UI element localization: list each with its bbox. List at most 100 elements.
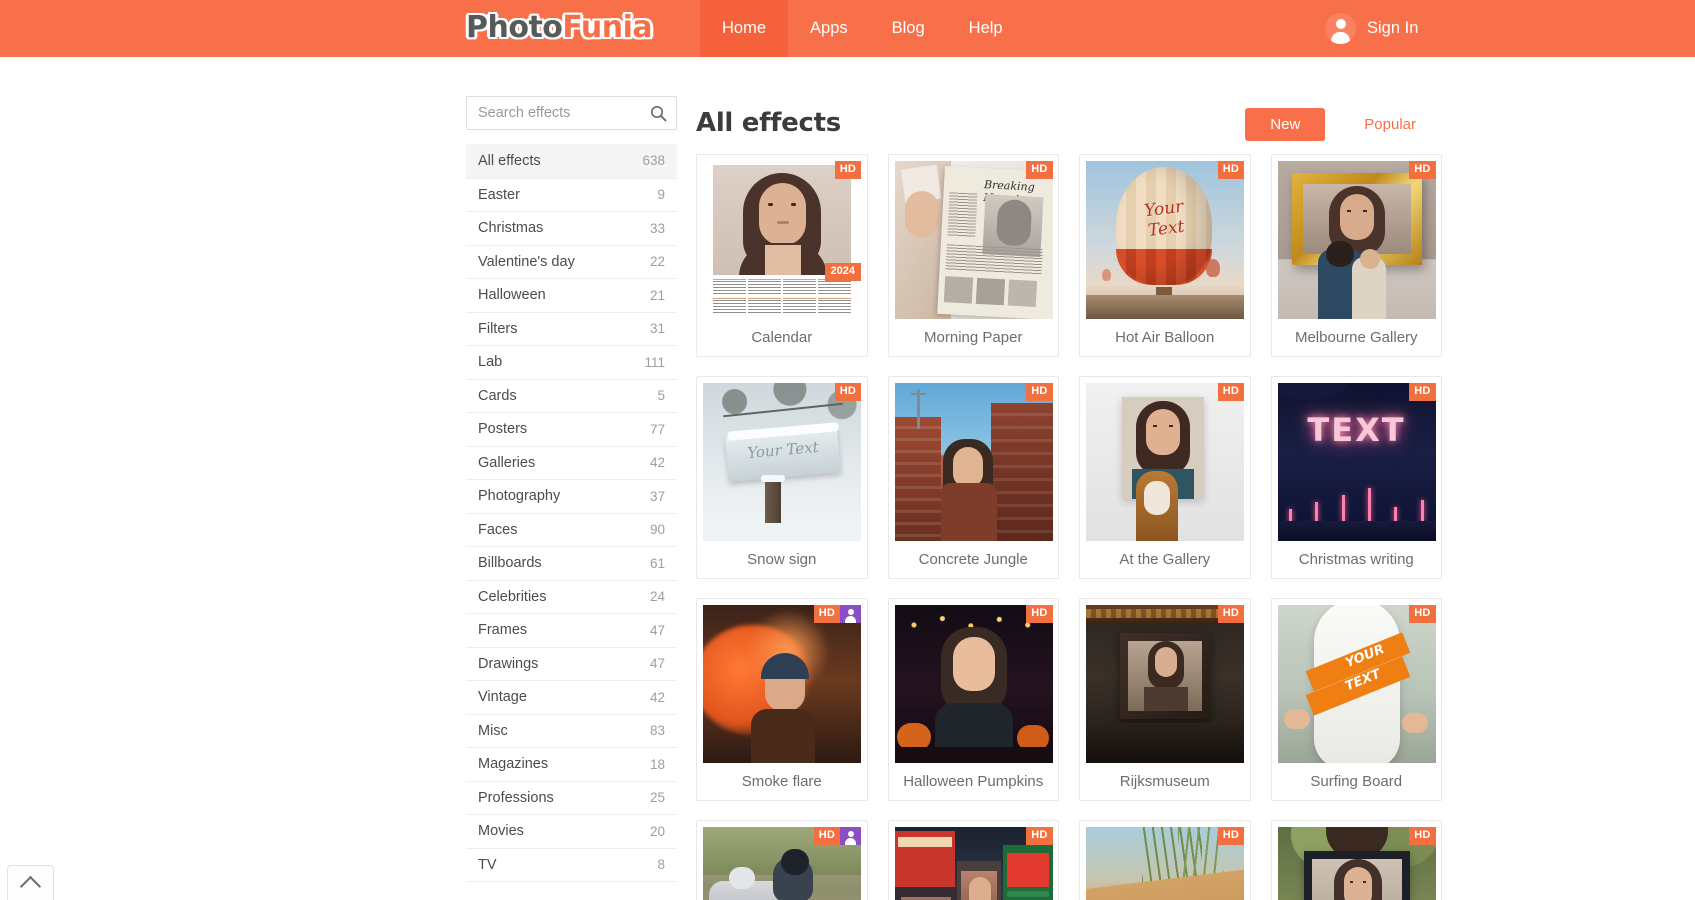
category-count: 83 (649, 723, 665, 739)
category-label: Frames (478, 622, 528, 639)
category-count: 24 (649, 589, 665, 605)
effect-thumbnail: HD (703, 605, 861, 763)
sidebar-item-easter[interactable]: Easter 9 (466, 177, 677, 212)
effect-thumbnail: HD (1086, 605, 1244, 763)
category-count: 90 (649, 522, 665, 538)
effect-card[interactable]: YOUR TEXT HD Surfing Board (1270, 598, 1442, 801)
effect-card[interactable]: Your TextHD (1079, 820, 1251, 900)
sidebar-item-tv[interactable]: TV 8 (466, 847, 677, 882)
search-icon[interactable] (650, 105, 667, 122)
category-label: Filters (478, 320, 518, 337)
nav-item-blog[interactable]: Blog (870, 0, 947, 57)
category-label: Professions (478, 789, 554, 806)
sidebar-item-magazines[interactable]: Magazines 18 (466, 747, 677, 781)
hd-badge: HD (1409, 383, 1436, 401)
effect-card[interactable]: Breaking News! HD Morning Paper (887, 154, 1059, 357)
hd-badge: HD (1026, 161, 1053, 179)
category-label: Vintage (478, 689, 527, 706)
hd-badge: HD (1217, 383, 1244, 401)
hd-badge: HD (1409, 161, 1436, 179)
effect-thumbnail: YOUR TEXT HD (1277, 605, 1436, 763)
sidebar-item-christmas[interactable]: Christmas 33 (466, 211, 677, 245)
sidebar-item-valentine-s-day[interactable]: Valentine's day 22 (466, 244, 677, 279)
sign-in-label: Sign In (1367, 19, 1419, 37)
sidebar-item-faces[interactable]: Faces 90 (466, 512, 677, 547)
effect-thumbnail: HD 2024 (703, 161, 861, 319)
effect-thumbnail: HD (1277, 827, 1436, 900)
sort-popular-button[interactable]: Popular (1339, 108, 1441, 141)
badge-group: HD (1026, 383, 1053, 401)
sidebar-item-vintage[interactable]: Vintage 42 (466, 680, 677, 714)
sidebar-item-professions[interactable]: Professions 25 (466, 780, 677, 815)
category-label: TV (478, 856, 497, 873)
category-label: Celebrities (478, 588, 547, 605)
category-label: Easter (478, 186, 520, 203)
category-count: 42 (649, 455, 665, 471)
sidebar-item-lab[interactable]: Lab 111 (466, 345, 677, 379)
category-label: Magazines (478, 756, 549, 773)
effect-card[interactable]: HD At the Gallery (1079, 376, 1251, 579)
sidebar-item-all-effects[interactable]: All effects 638 (466, 144, 677, 178)
effect-label: At the Gallery (1119, 551, 1211, 568)
sidebar-item-frames[interactable]: Frames 47 (466, 613, 677, 647)
badge-group: HD (1217, 161, 1244, 179)
sort-toolbar: New Popular (1245, 108, 1441, 141)
search-input[interactable] (467, 97, 676, 129)
nav-item-help[interactable]: Help (947, 0, 1025, 57)
effect-card[interactable]: HD Smoke flare (696, 598, 868, 801)
search-effects-box[interactable] (466, 96, 677, 130)
sidebar-item-cards[interactable]: Cards 5 (466, 378, 677, 413)
nav-item-home[interactable]: Home (700, 0, 789, 57)
effect-card[interactable]: HD (887, 820, 1059, 900)
effect-card[interactable]: HD (696, 820, 868, 900)
hd-badge: HD (1217, 605, 1244, 623)
effect-card[interactable]: Your Text HD Hot Air Balloon (1079, 154, 1251, 357)
sidebar-item-movies[interactable]: Movies 20 (466, 814, 677, 848)
effect-thumbnail: Your Text HD (1086, 161, 1244, 319)
main-header: All effects New Popular (696, 96, 1441, 154)
sidebar-item-halloween[interactable]: Halloween 21 (466, 278, 677, 312)
main-navigation: Home Apps Blog Help (700, 0, 1025, 57)
sort-new-button[interactable]: New (1245, 108, 1326, 141)
effect-card[interactable]: HD Rijksmuseum (1079, 598, 1251, 801)
category-count: 37 (649, 488, 665, 504)
effect-label: Concrete Jungle (918, 551, 1028, 568)
category-count: 77 (649, 421, 665, 437)
scroll-to-top-button[interactable] (7, 865, 54, 900)
category-count: 20 (649, 823, 665, 839)
effect-card[interactable]: HD (1270, 820, 1442, 900)
category-count: 42 (649, 689, 665, 705)
effect-card[interactable]: HD Halloween Pumpkins (887, 598, 1059, 801)
sidebar-item-misc[interactable]: Misc 83 (466, 713, 677, 748)
category-label: Posters (478, 421, 528, 438)
site-header: PhotoFunia Home Apps Blog Help Sign In (0, 0, 1695, 57)
category-count: 8 (657, 857, 665, 873)
category-label: Faces (478, 521, 518, 538)
hd-badge: HD (834, 161, 861, 179)
site-logo[interactable]: PhotoFunia (466, 11, 653, 45)
effect-card[interactable]: HD Concrete Jungle (887, 376, 1059, 579)
category-label: Cards (478, 387, 517, 404)
sidebar-item-filters[interactable]: Filters 31 (466, 311, 677, 346)
sidebar-item-celebrities[interactable]: Celebrities 24 (466, 579, 677, 614)
hd-badge: HD (1026, 383, 1053, 401)
effect-card[interactable]: TEXT HD Christmas writing (1270, 376, 1442, 579)
sidebar-item-billboards[interactable]: Billboards 61 (466, 546, 677, 580)
effect-thumbnail: HD (894, 605, 1053, 763)
sign-in-button[interactable]: Sign In (1325, 0, 1418, 57)
person-badge-icon (840, 605, 861, 623)
effect-card[interactable]: HD 2024 Calendar (696, 154, 868, 357)
nav-item-apps[interactable]: Apps (788, 0, 870, 57)
hd-badge: HD (1217, 827, 1244, 845)
sidebar-item-galleries[interactable]: Galleries 42 (466, 445, 677, 480)
badge-group: HD (834, 383, 861, 401)
effect-card[interactable]: Your Text HD Snow sign (696, 376, 868, 579)
category-label: Billboards (478, 555, 542, 572)
effect-thumbnail: Breaking News! HD (894, 161, 1053, 319)
sidebar-item-drawings[interactable]: Drawings 47 (466, 646, 677, 681)
effect-card[interactable]: HD Melbourne Gallery (1270, 154, 1442, 357)
effect-thumbnail: TEXT HD (1277, 383, 1436, 541)
sidebar-item-posters[interactable]: Posters 77 (466, 412, 677, 446)
sidebar-item-photography[interactable]: Photography 37 (466, 479, 677, 513)
badge-group: HD (1217, 827, 1244, 845)
